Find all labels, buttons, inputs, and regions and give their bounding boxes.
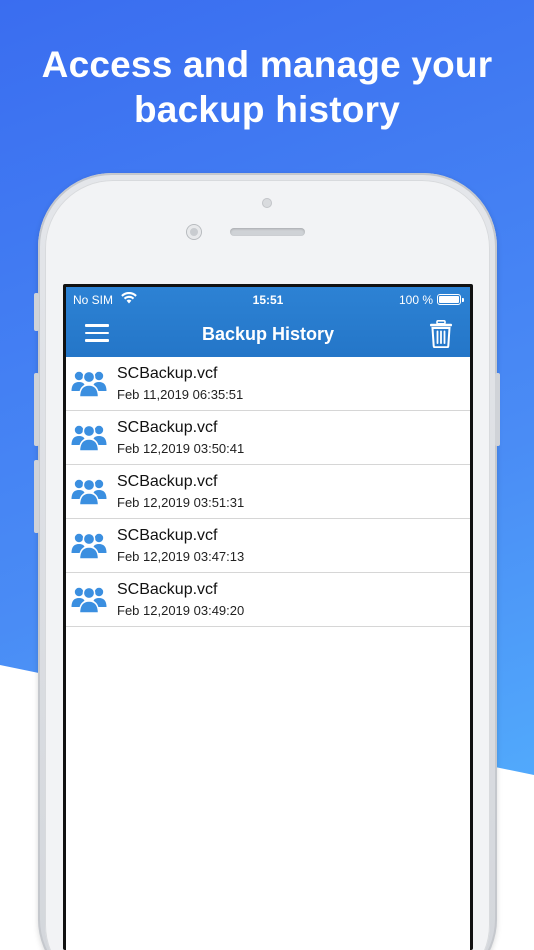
battery-percent: 100 % [398,293,433,307]
battery-icon [437,294,464,305]
page-title: Backup History [201,324,335,344]
front-camera [187,225,201,239]
backup-list-item[interactable]: SCBackup.vcf Feb 12,2019 03:49:20 [66,573,470,627]
power-button [495,373,500,446]
phone-screen: No SIM 15:51 100 % Backup History SCBack… [63,284,473,950]
backup-date: Feb 11,2019 06:35:51 [117,387,244,402]
proximity-sensor [262,198,272,208]
backup-date: Feb 12,2019 03:47:13 [117,549,245,564]
backup-list-item[interactable]: SCBackup.vcf Feb 12,2019 03:50:41 [66,411,470,465]
earpiece-speaker [230,228,305,236]
headline-line-2: backup history [134,89,400,130]
headline-line-1: Access and manage your [41,44,493,85]
backup-file-name: SCBackup.vcf [117,527,218,544]
promo-headline: Access and manage your backup history [0,42,534,132]
status-bar: No SIM 15:51 100 % [66,287,470,311]
backup-list-item[interactable]: SCBackup.vcf Feb 11,2019 06:35:51 [66,357,470,411]
app-screen: No SIM 15:51 100 % Backup History SCBack… [66,287,470,950]
backup-date: Feb 12,2019 03:49:20 [117,603,245,618]
backup-list: SCBackup.vcf Feb 11,2019 06:35:51 SCBack… [66,357,470,627]
volume-down-button [34,460,39,533]
contacts-group-icon [71,421,107,453]
trash-icon[interactable] [429,320,453,349]
contacts-group-icon [71,367,107,399]
backup-file-name: SCBackup.vcf [117,473,218,490]
contacts-group-icon [71,475,107,507]
app-header: No SIM 15:51 100 % Backup History [66,287,470,357]
backup-date: Feb 12,2019 03:51:31 [117,495,245,510]
backup-list-item[interactable]: SCBackup.vcf Feb 12,2019 03:51:31 [66,465,470,519]
volume-up-button [34,373,39,446]
contacts-group-icon [71,583,107,615]
backup-date: Feb 12,2019 03:50:41 [117,441,245,456]
contacts-group-icon [71,529,107,561]
backup-file-name: SCBackup.vcf [117,581,218,598]
backup-list-item[interactable]: SCBackup.vcf Feb 12,2019 03:47:13 [66,519,470,573]
backup-file-name: SCBackup.vcf [117,419,218,436]
backup-file-name: SCBackup.vcf [117,365,218,382]
mute-switch [34,293,39,331]
